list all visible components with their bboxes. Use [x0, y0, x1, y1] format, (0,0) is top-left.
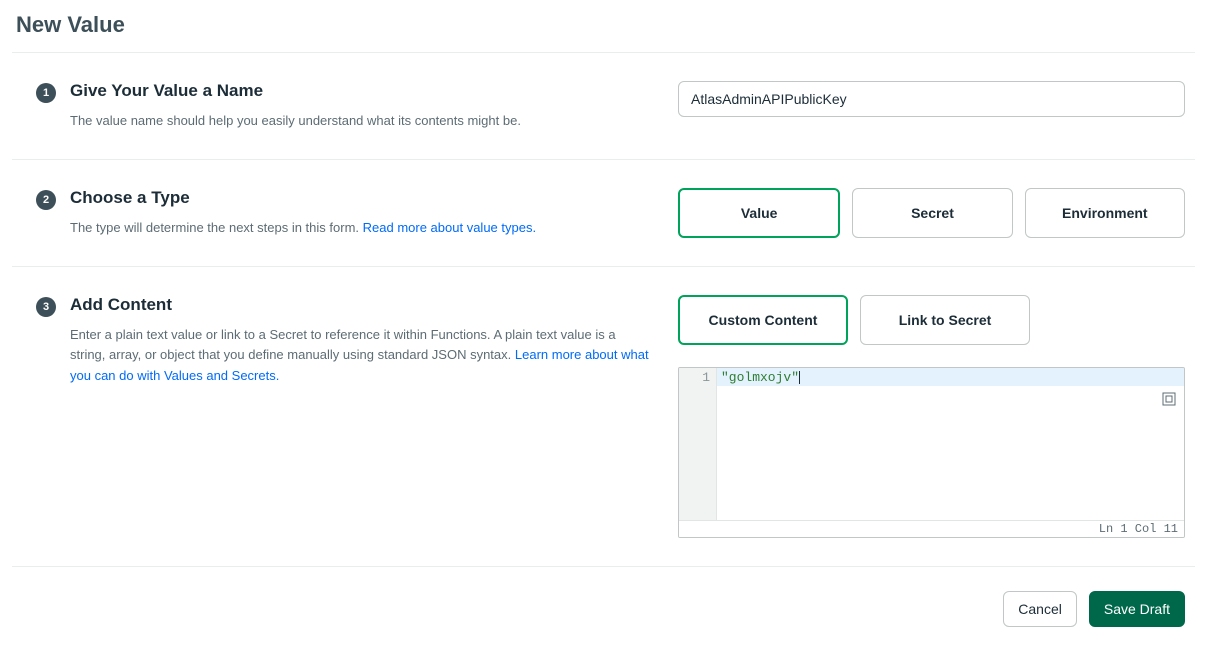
- editor-content: "golmxojv": [721, 370, 799, 385]
- step-2-desc-text: The type will determine the next steps i…: [70, 220, 363, 235]
- value-types-link[interactable]: Read more about value types.: [363, 220, 536, 235]
- step-badge-2: 2: [36, 190, 56, 210]
- line-number: 1: [681, 370, 710, 385]
- type-option-environment[interactable]: Environment: [1025, 188, 1185, 238]
- editor-gutter: 1: [679, 368, 717, 520]
- fullscreen-icon[interactable]: [1162, 392, 1176, 406]
- step-2-desc: The type will determine the next steps i…: [70, 218, 650, 238]
- step-2-title: Choose a Type: [70, 188, 650, 208]
- step-badge-1: 1: [36, 83, 56, 103]
- step-1-title: Give Your Value a Name: [70, 81, 650, 101]
- section-type: 2 Choose a Type The type will determine …: [12, 159, 1195, 266]
- cancel-button[interactable]: Cancel: [1003, 591, 1077, 627]
- editor-code-area[interactable]: "golmxojv": [717, 368, 1184, 520]
- section-content: 3 Add Content Enter a plain text value o…: [12, 266, 1195, 566]
- editor-cursor: [799, 371, 800, 384]
- page-title: New Value: [12, 8, 1195, 52]
- content-option-custom[interactable]: Custom Content: [678, 295, 848, 345]
- editor-status: Ln 1 Col 11: [679, 520, 1184, 537]
- save-draft-button[interactable]: Save Draft: [1089, 591, 1185, 627]
- value-name-input[interactable]: [678, 81, 1185, 117]
- step-1-desc: The value name should help you easily un…: [70, 111, 650, 131]
- code-editor[interactable]: 1 "golmxojv" Ln 1 Col 11: [678, 367, 1185, 538]
- step-badge-3: 3: [36, 297, 56, 317]
- type-option-value[interactable]: Value: [678, 188, 840, 238]
- section-name: 1 Give Your Value a Name The value name …: [12, 52, 1195, 159]
- content-option-link-secret[interactable]: Link to Secret: [860, 295, 1030, 345]
- step-3-desc: Enter a plain text value or link to a Se…: [70, 325, 650, 385]
- footer-actions: Cancel Save Draft: [12, 566, 1195, 627]
- type-option-secret[interactable]: Secret: [852, 188, 1012, 238]
- step-3-title: Add Content: [70, 295, 650, 315]
